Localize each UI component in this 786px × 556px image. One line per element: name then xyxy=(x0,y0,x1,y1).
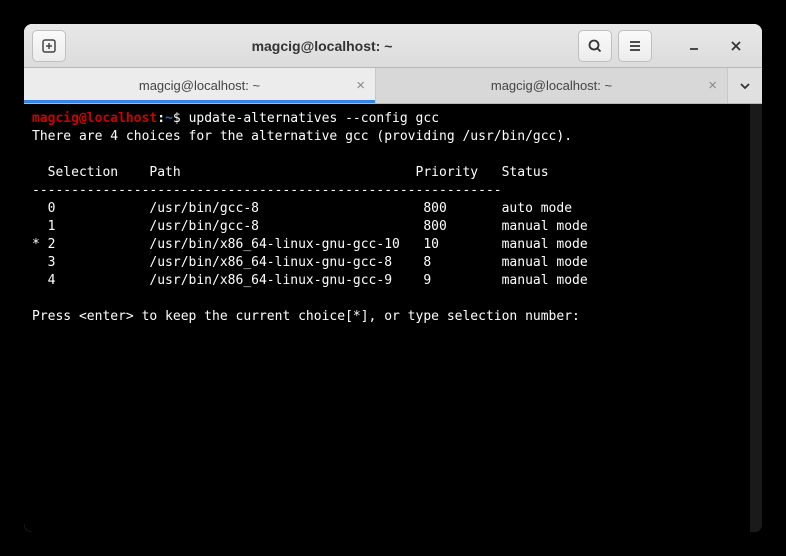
prompt-line: magcig@localhost:~$ update-alternatives … xyxy=(32,111,439,126)
terminal-window: magcig@localhost: ~ magcig@localhost: ~ … xyxy=(24,24,762,532)
table-row: * 2 /usr/bin/x86_64-linux-gnu-gcc-10 10 … xyxy=(32,237,588,252)
chevron-down-icon xyxy=(739,80,751,92)
terminal-viewport[interactable]: magcig@localhost:~$ update-alternatives … xyxy=(24,104,762,532)
table-divider: ----------------------------------------… xyxy=(32,183,502,198)
hamburger-icon xyxy=(627,38,643,54)
table-row: 4 /usr/bin/x86_64-linux-gnu-gcc-9 9 manu… xyxy=(32,273,588,288)
tab-label: magcig@localhost: ~ xyxy=(491,78,612,93)
prompt-user: magcig xyxy=(32,111,79,126)
tab-close-button[interactable]: × xyxy=(356,77,365,94)
tab-bar: magcig@localhost: ~ × magcig@localhost: … xyxy=(24,68,762,104)
table-header: Selection Path Priority Status xyxy=(32,165,549,180)
close-icon xyxy=(730,40,742,52)
prompt-colon: : xyxy=(157,111,165,126)
scrollbar[interactable] xyxy=(750,104,762,532)
search-icon xyxy=(587,38,603,54)
close-button[interactable] xyxy=(718,30,754,62)
prompt-symbol: $ xyxy=(173,111,189,126)
minimize-button[interactable] xyxy=(676,30,712,62)
prompt-path: ~ xyxy=(165,111,173,126)
table-row: 3 /usr/bin/x86_64-linux-gnu-gcc-8 8 manu… xyxy=(32,255,588,270)
tab-close-button[interactable]: × xyxy=(708,77,717,94)
table-row: 0 /usr/bin/gcc-8 800 auto mode xyxy=(32,201,572,216)
selection-prompt: Press <enter> to keep the current choice… xyxy=(32,309,580,324)
menu-button[interactable] xyxy=(618,30,652,62)
tab-2[interactable]: magcig@localhost: ~ × xyxy=(376,68,728,103)
new-tab-button[interactable] xyxy=(32,30,66,62)
titlebar: magcig@localhost: ~ xyxy=(24,24,762,68)
search-button[interactable] xyxy=(578,30,612,62)
tab-label: magcig@localhost: ~ xyxy=(139,78,260,93)
command-text: update-alternatives --config gcc xyxy=(189,111,439,126)
table-row: 1 /usr/bin/gcc-8 800 manual mode xyxy=(32,219,588,234)
tab-1[interactable]: magcig@localhost: ~ × xyxy=(24,68,376,103)
output-intro: There are 4 choices for the alternative … xyxy=(32,129,572,144)
minimize-icon xyxy=(688,40,700,52)
prompt-at: @ xyxy=(79,111,87,126)
window-title: magcig@localhost: ~ xyxy=(72,38,572,54)
new-tab-icon xyxy=(41,38,57,54)
prompt-host: localhost xyxy=(87,111,157,126)
tab-dropdown-button[interactable] xyxy=(728,68,762,103)
